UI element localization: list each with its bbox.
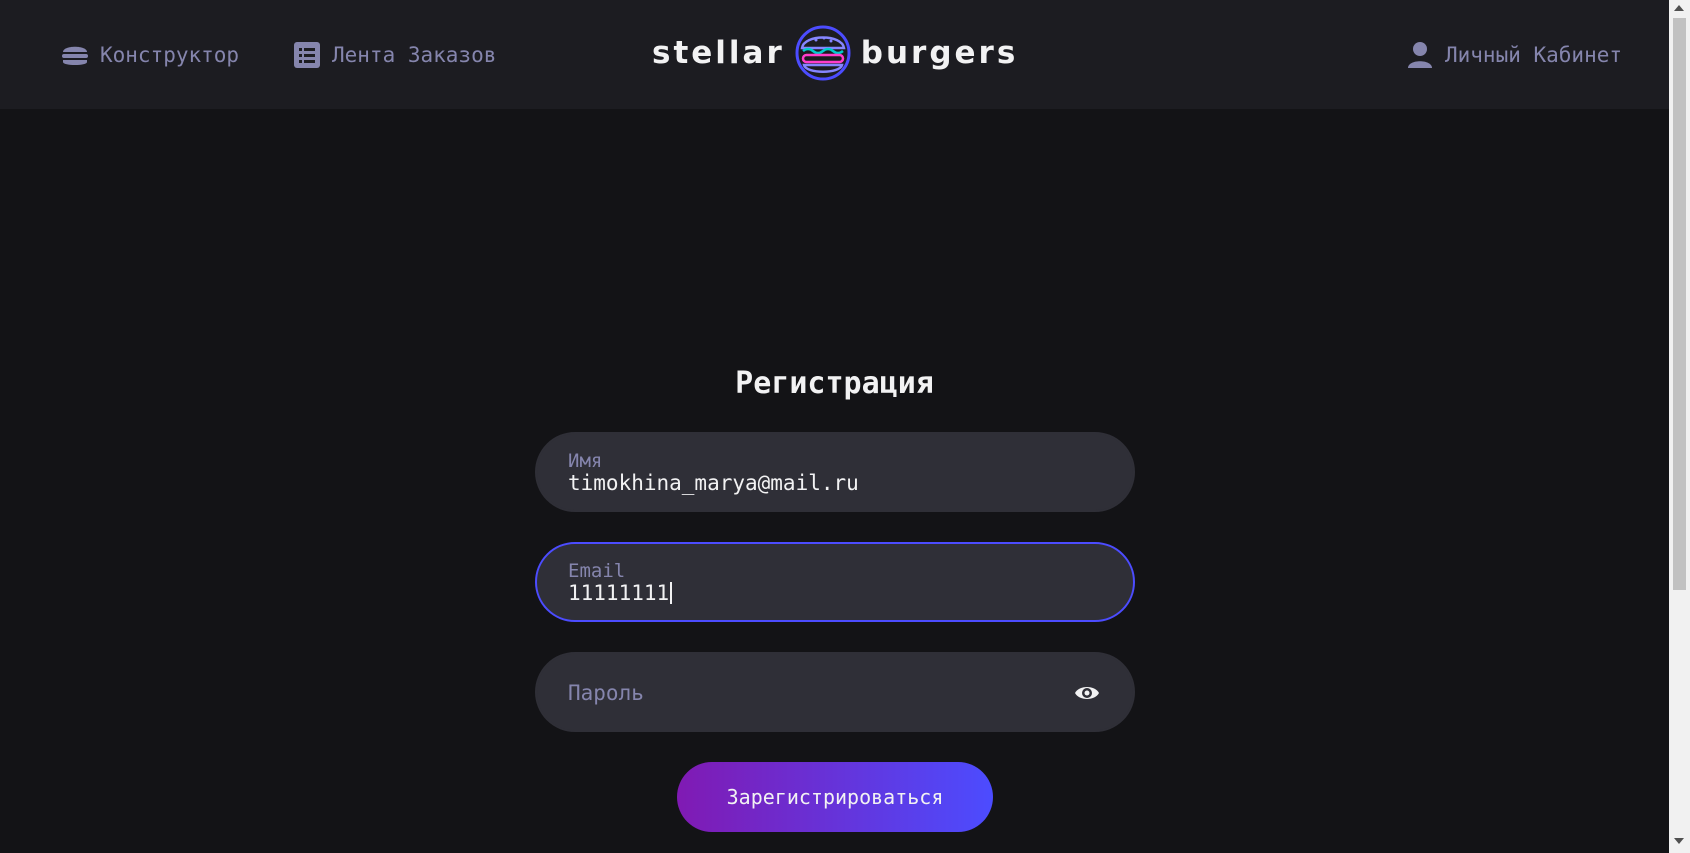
register-button[interactable]: Зарегистрироваться <box>677 762 993 832</box>
logo-word-right: burgers <box>860 35 1019 71</box>
page-title: Регистрация <box>735 366 934 401</box>
profile-icon <box>1405 40 1435 70</box>
email-field-text: 11111111 <box>568 581 670 605</box>
email-field-label: Email <box>568 560 626 582</box>
scroll-thumb[interactable] <box>1673 18 1686 590</box>
nav-account-label: Личный Кабинет <box>1445 43 1623 67</box>
nav-constructor-label: Конструктор <box>100 43 240 67</box>
eye-icon[interactable] <box>1073 679 1101 707</box>
password-field-placeholder: Пароль <box>568 681 644 705</box>
logo[interactable]: stellar burgers <box>652 22 1018 84</box>
vertical-scrollbar[interactable] <box>1669 0 1690 853</box>
app-header: Конструктор Лента Заказов stellar burger… <box>0 0 1669 109</box>
email-field-value[interactable]: 11111111 <box>568 581 673 605</box>
logo-word-left: stellar <box>652 35 785 71</box>
burger-icon <box>60 40 90 70</box>
text-caret <box>670 582 673 604</box>
password-field[interactable]: Пароль <box>535 652 1135 732</box>
email-field[interactable]: Email 11111111 <box>535 542 1135 622</box>
scroll-up-arrow-icon[interactable] <box>1674 5 1684 11</box>
nav-constructor-link[interactable]: Конструктор <box>60 38 239 72</box>
name-field-label: Имя <box>568 450 603 472</box>
nav-feed-link[interactable]: Лента Заказов <box>292 38 496 72</box>
nav-account-link[interactable]: Личный Кабинет <box>1405 38 1622 72</box>
name-field-value[interactable]: timokhina_marya@mail.ru <box>568 471 859 495</box>
scroll-down-arrow-icon[interactable] <box>1674 838 1684 844</box>
name-field[interactable]: Имя timokhina_marya@mail.ru <box>535 432 1135 512</box>
nav-feed-label: Лента Заказов <box>332 43 497 67</box>
list-icon <box>292 40 322 70</box>
logo-burger-icon <box>795 25 851 81</box>
